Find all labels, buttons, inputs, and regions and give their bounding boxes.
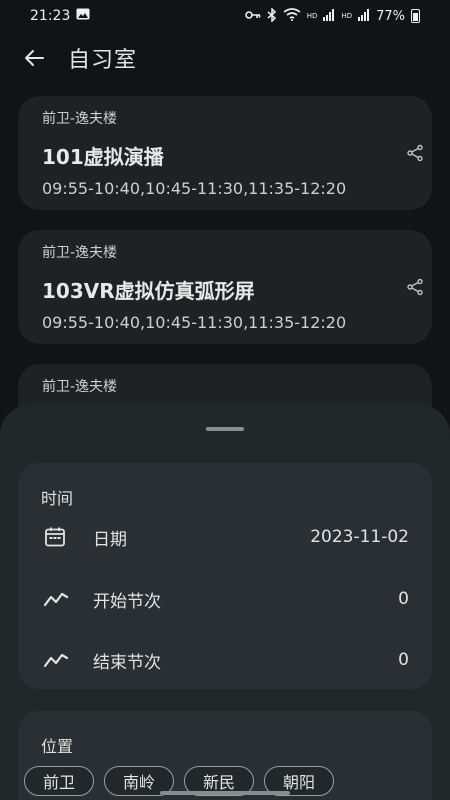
room-card[interactable]: 前卫-逸夫楼 101虚拟演播 09:55-10:40,10:45-11:30,1… — [18, 96, 432, 210]
room-building: 前卫-逸夫楼 — [42, 379, 118, 395]
start-period-value: 0 — [398, 589, 409, 609]
trend-icon — [43, 649, 69, 671]
key-icon — [244, 9, 261, 23]
trend-icon — [43, 588, 69, 610]
room-name: 103VR虚拟仿真弧形屏 — [42, 279, 255, 303]
date-value: 2023-11-02 — [310, 527, 409, 547]
end-period-row[interactable]: 结束节次 0 — [18, 638, 432, 682]
status-right: HD HD 77% — [244, 6, 420, 25]
home-indicator[interactable] — [160, 791, 290, 795]
hd-label: HD — [306, 12, 318, 20]
room-times: 09:55-10:40,10:45-11:30,11:35-12:20 — [42, 313, 347, 332]
room-building: 前卫-逸夫楼 — [42, 111, 118, 127]
filter-sheet: 时间 日期 2023-11-02 开始节次 0 结束节次 0 位置 前卫 南岭 … — [0, 405, 450, 800]
status-time: 21:23 — [30, 8, 71, 24]
end-period-label: 结束节次 — [93, 652, 161, 673]
location-section: 位置 前卫 南岭 新民 朝阳 — [18, 711, 432, 800]
status-left: 21:23 — [30, 8, 90, 24]
section-title: 时间 — [41, 489, 74, 508]
time-section: 时间 日期 2023-11-02 开始节次 0 结束节次 0 — [18, 463, 432, 689]
image-icon — [76, 8, 90, 24]
start-period-label: 开始节次 — [93, 591, 161, 612]
date-row[interactable]: 日期 2023-11-02 — [18, 515, 432, 559]
share-icon[interactable] — [406, 144, 428, 166]
room-building: 前卫-逸夫楼 — [42, 245, 118, 261]
drag-handle[interactable] — [206, 427, 244, 431]
battery-percent: 77% — [376, 8, 405, 24]
app-bar: 自习室 — [0, 36, 450, 80]
room-times: 09:55-10:40,10:45-11:30,11:35-12:20 — [42, 179, 347, 198]
end-period-value: 0 — [398, 650, 409, 670]
calendar-icon — [44, 526, 66, 548]
status-bar: 21:23 HD HD 77% — [0, 0, 450, 32]
hd-label: HD — [341, 12, 353, 20]
share-icon[interactable] — [406, 278, 428, 300]
room-name: 101虚拟演播 — [42, 145, 164, 169]
battery-icon — [411, 9, 420, 23]
signal-icon — [358, 8, 370, 24]
campus-chip[interactable]: 前卫 — [24, 766, 95, 796]
section-title: 位置 — [41, 737, 74, 756]
room-card[interactable]: 前卫-逸夫楼 103VR虚拟仿真弧形屏 09:55-10:40,10:45-11… — [18, 230, 432, 344]
signal-icon — [323, 8, 335, 24]
start-period-row[interactable]: 开始节次 0 — [18, 577, 432, 621]
bluetooth-icon — [267, 6, 277, 25]
arrow-left-icon — [25, 50, 44, 66]
wifi-icon — [283, 8, 301, 24]
page-title: 自习室 — [68, 48, 138, 73]
date-label: 日期 — [93, 529, 127, 550]
back-button[interactable] — [20, 44, 48, 72]
